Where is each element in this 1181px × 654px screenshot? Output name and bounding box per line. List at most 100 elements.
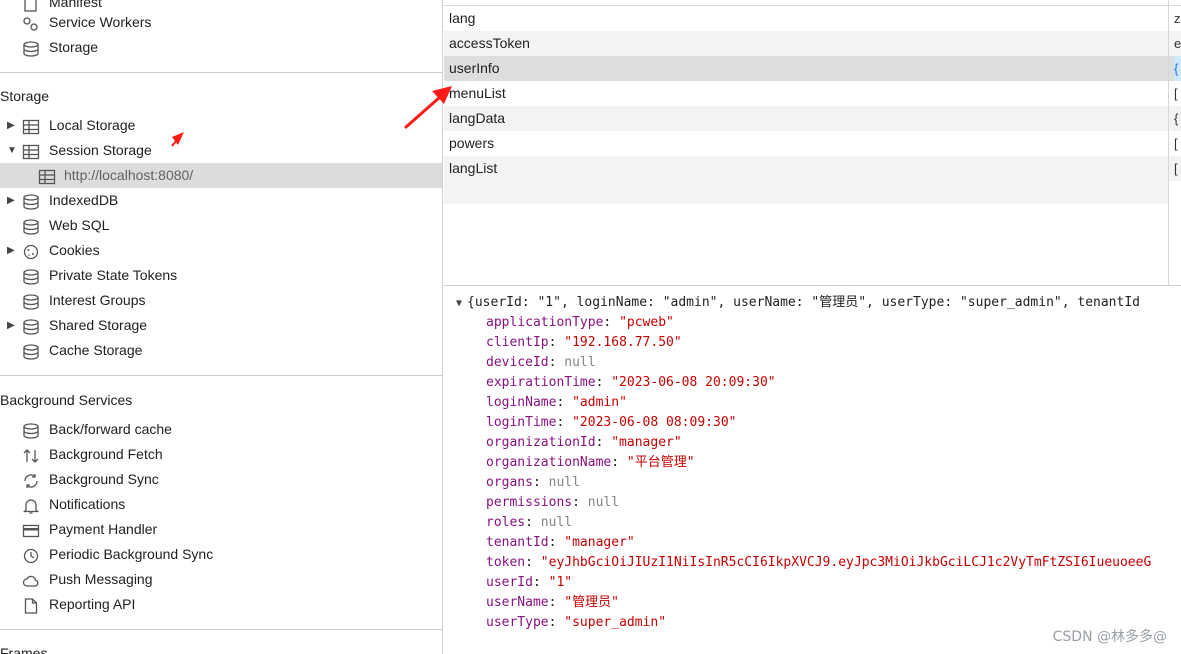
table-row-selected[interactable]: userInfo { bbox=[444, 56, 1181, 81]
json-key: permissions bbox=[486, 495, 573, 510]
expand-arrow-icon[interactable]: ▶ bbox=[7, 238, 17, 263]
row-key: userInfo bbox=[449, 60, 500, 76]
json-separator: : bbox=[548, 535, 565, 550]
sidebar-item-push-messaging[interactable]: Push Messaging bbox=[0, 567, 442, 592]
row-value: z bbox=[1174, 11, 1181, 26]
json-separator: : bbox=[525, 515, 541, 530]
sidebar-item-shared-storage[interactable]: ▶ Shared Storage bbox=[0, 313, 442, 338]
database-icon bbox=[22, 343, 40, 360]
row-value: e bbox=[1174, 36, 1181, 51]
sidebar-item-local-storage[interactable]: ▶ Local Storage bbox=[0, 113, 442, 138]
clock-icon bbox=[22, 547, 40, 564]
section-divider bbox=[0, 629, 442, 630]
json-separator: : bbox=[548, 355, 565, 370]
database-icon bbox=[22, 218, 40, 235]
json-separator: : bbox=[525, 555, 541, 570]
credit-card-icon bbox=[22, 522, 40, 538]
sidebar-item-cache-storage[interactable]: Cache Storage bbox=[0, 338, 442, 363]
json-value: "manager" bbox=[611, 435, 682, 450]
sidebar-item-interest-groups[interactable]: Interest Groups bbox=[0, 288, 442, 313]
storage-key-value-table: lang z accessToken e userInfo { menuList… bbox=[444, 0, 1181, 286]
sidebar-item-indexeddb[interactable]: ▶ IndexedDB bbox=[0, 188, 442, 213]
json-separator: : bbox=[548, 595, 565, 610]
sidebar-item-background-sync[interactable]: Background Sync bbox=[0, 467, 442, 492]
sidebar-item-label: Service Workers bbox=[49, 14, 152, 30]
row-key: powers bbox=[449, 135, 495, 151]
sidebar-item-private-state-tokens[interactable]: Private State Tokens bbox=[0, 263, 442, 288]
json-separator: : bbox=[532, 575, 549, 590]
json-object-summary[interactable]: ▼ {userId: "1", loginName: "admin", userN… bbox=[456, 293, 1140, 313]
database-icon bbox=[22, 422, 40, 439]
row-value: [ bbox=[1174, 86, 1178, 101]
json-separator: : bbox=[548, 615, 565, 630]
table-row[interactable]: langList [ bbox=[444, 156, 1181, 181]
sidebar-item-cookies[interactable]: ▶ Cookies bbox=[0, 238, 442, 263]
sidebar-item-payment-handler[interactable]: Payment Handler bbox=[0, 517, 442, 542]
row-key: langList bbox=[449, 160, 498, 176]
json-key: clientIp bbox=[486, 335, 549, 350]
expand-arrow-icon[interactable]: ▶ bbox=[7, 313, 17, 338]
sidebar-item-label: Reporting API bbox=[49, 596, 136, 612]
sidebar-item-label: http://localhost:8080/ bbox=[64, 167, 194, 183]
table-row[interactable]: langData { bbox=[444, 106, 1181, 131]
sidebar-item-label: Local Storage bbox=[49, 117, 136, 133]
json-separator: : bbox=[595, 435, 612, 450]
database-icon bbox=[22, 293, 40, 310]
table-icon bbox=[38, 168, 56, 185]
value-preview-pane: ▼ {userId: "1", loginName: "admin", userN… bbox=[444, 287, 1181, 654]
collapse-arrow-icon[interactable]: ▼ bbox=[7, 138, 17, 163]
sidebar-item-reporting-api[interactable]: Reporting API bbox=[0, 592, 442, 617]
json-value: null bbox=[540, 515, 573, 530]
section-title-frames: Frames bbox=[0, 645, 48, 654]
sidebar-item-session-origin[interactable]: http://localhost:8080/ bbox=[0, 163, 442, 188]
sidebar-item-periodic-background-sync[interactable]: Periodic Background Sync bbox=[0, 542, 442, 567]
json-key: userId bbox=[486, 575, 533, 590]
json-property: loginName: "admin" bbox=[486, 393, 627, 413]
sidebar-item-label: Payment Handler bbox=[49, 521, 158, 537]
table-row[interactable]: powers [ bbox=[444, 131, 1181, 156]
sidebar-item-label: Cookies bbox=[49, 242, 100, 258]
sidebar-item-label: Push Messaging bbox=[49, 571, 153, 587]
row-key: accessToken bbox=[449, 35, 530, 51]
json-property: userType: "super_admin" bbox=[486, 613, 666, 633]
json-property: roles: null bbox=[486, 513, 572, 533]
sidebar-item-label: Private State Tokens bbox=[49, 267, 178, 283]
column-divider[interactable] bbox=[1168, 0, 1169, 285]
json-key: token bbox=[486, 555, 526, 570]
json-property: organs: null bbox=[486, 473, 580, 493]
json-separator: : bbox=[572, 495, 588, 510]
json-key: organs bbox=[486, 475, 533, 490]
collapse-arrow-icon[interactable]: ▼ bbox=[456, 298, 462, 309]
json-key: organizationName bbox=[486, 455, 612, 470]
json-property: deviceId: null bbox=[486, 353, 596, 373]
sidebar-item-web-sql[interactable]: Web SQL bbox=[0, 213, 442, 238]
json-separator: : bbox=[603, 315, 620, 330]
table-row[interactable]: accessToken e bbox=[444, 31, 1181, 56]
json-separator: : bbox=[595, 375, 612, 390]
json-property: userName: "管理员" bbox=[486, 593, 619, 613]
sidebar-item-back-forward-cache[interactable]: Back/forward cache bbox=[0, 417, 442, 442]
sidebar-item-label: Shared Storage bbox=[49, 317, 148, 333]
json-value: "super_admin" bbox=[564, 615, 667, 630]
json-separator: : bbox=[556, 415, 573, 430]
expand-arrow-icon[interactable]: ▶ bbox=[7, 188, 17, 213]
row-key: lang bbox=[449, 10, 476, 26]
json-value: null bbox=[587, 495, 620, 510]
watermark: CSDN @林多多@ bbox=[1052, 629, 1167, 645]
json-value: null bbox=[548, 475, 580, 490]
json-value: "2023-06-08 20:09:30" bbox=[611, 375, 776, 390]
sidebar-item-label: Session Storage bbox=[49, 142, 152, 158]
json-value: "pcweb" bbox=[619, 315, 674, 330]
sidebar-item-storage[interactable]: Storage bbox=[0, 35, 442, 60]
sidebar-item-session-storage[interactable]: ▼ Session Storage bbox=[0, 138, 442, 163]
expand-arrow-icon[interactable]: ▶ bbox=[7, 113, 17, 138]
section-title-storage: Storage bbox=[0, 88, 50, 104]
sidebar-item-background-fetch[interactable]: Background Fetch bbox=[0, 442, 442, 467]
table-row[interactable]: lang z bbox=[444, 6, 1181, 31]
json-key: tenantId bbox=[486, 535, 549, 550]
sidebar-item-label: Cache Storage bbox=[49, 342, 143, 358]
sidebar-item-notifications[interactable]: Notifications bbox=[0, 492, 442, 517]
sidebar-item-service-workers[interactable]: Service Workers bbox=[0, 10, 442, 35]
table-row[interactable]: menuList [ bbox=[444, 81, 1181, 106]
json-key: loginTime bbox=[486, 415, 557, 430]
